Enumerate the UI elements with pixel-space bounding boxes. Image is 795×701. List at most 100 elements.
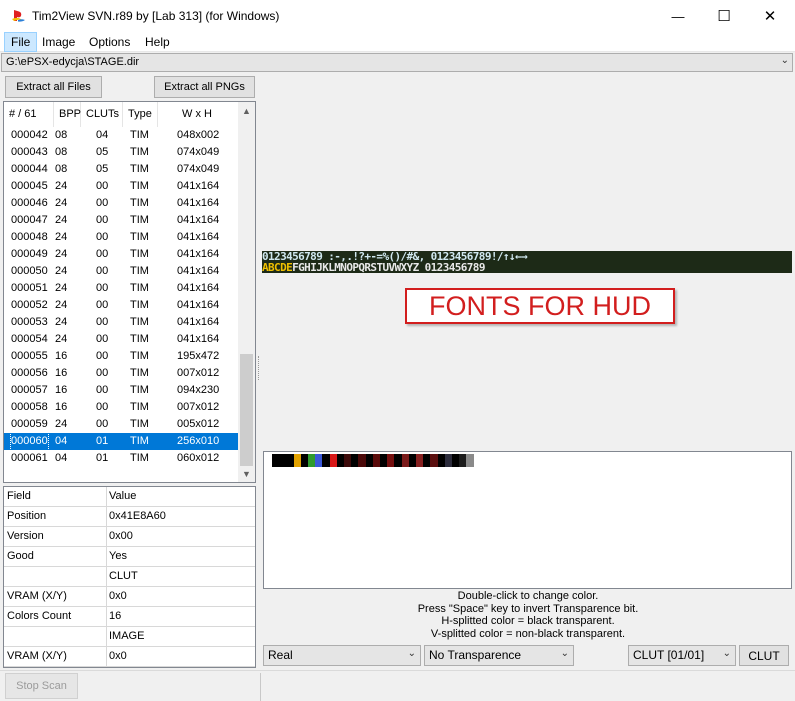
file-row[interactable]: 000046 24 00 TIM 041x164 bbox=[4, 195, 239, 212]
file-size: 041x164 bbox=[177, 248, 220, 260]
menu-file[interactable]: File bbox=[4, 32, 38, 52]
font-texture-image: 0123456789 :-,.!?+-=%()/#&, 0123456789!/… bbox=[262, 251, 792, 273]
file-cluts: 01 bbox=[96, 452, 109, 464]
file-bpp: 24 bbox=[55, 333, 68, 345]
file-bpp: 24 bbox=[55, 418, 68, 430]
property-field: Good bbox=[7, 550, 34, 562]
property-value: IMAGE bbox=[109, 630, 145, 642]
file-size: 041x164 bbox=[177, 316, 220, 328]
file-row[interactable]: 000045 24 00 TIM 041x164 bbox=[4, 178, 239, 195]
file-row[interactable]: 000048 24 00 TIM 041x164 bbox=[4, 229, 239, 246]
file-size: 041x164 bbox=[177, 231, 220, 243]
palette-swatch[interactable] bbox=[466, 454, 475, 467]
file-row[interactable]: 000058 16 00 TIM 007x012 bbox=[4, 399, 239, 416]
minimize-button[interactable]: — bbox=[655, 0, 701, 32]
file-row[interactable]: 000061 04 01 TIM 060x012 bbox=[4, 450, 239, 467]
title-bar: Tim2View SVN.r89 by [Lab 313] (for Windo… bbox=[0, 0, 795, 32]
help-line-1: Double-click to change color. bbox=[457, 590, 599, 602]
file-row[interactable]: 000060 04 01 TIM 256x010 bbox=[4, 432, 239, 451]
file-list[interactable]: # / 61 BPP CLUTs Type W x H 000042 08 04 TI… bbox=[3, 101, 256, 483]
close-button[interactable]: ✕ bbox=[747, 0, 793, 32]
scroll-down-icon[interactable]: ▼ bbox=[238, 465, 255, 482]
file-id: 000060 bbox=[10, 432, 49, 451]
splitter-grip-icon bbox=[258, 356, 260, 380]
file-type: TIM bbox=[130, 452, 149, 464]
file-row[interactable]: 000047 24 00 TIM 041x164 bbox=[4, 212, 239, 229]
property-row[interactable]: Good Yes bbox=[4, 547, 255, 567]
minimize-icon: — bbox=[671, 8, 685, 24]
transparence-select[interactable]: No Transparence ⌄ bbox=[424, 645, 574, 666]
menu-help[interactable]: Help bbox=[139, 32, 176, 52]
property-row[interactable]: Position 0x41E8A60 bbox=[4, 507, 255, 527]
file-row[interactable]: 000050 24 00 TIM 041x164 bbox=[4, 263, 239, 280]
clut-select[interactable]: CLUT [01/01] ⌄ bbox=[628, 645, 736, 666]
file-id: 000042 bbox=[11, 129, 48, 141]
file-id: 000057 bbox=[11, 384, 48, 396]
window-title: Tim2View SVN.r89 by [Lab 313] (for Windo… bbox=[32, 9, 280, 23]
file-row[interactable]: 000053 24 00 TIM 041x164 bbox=[4, 314, 239, 331]
extract-all-files-button[interactable]: Extract all Files bbox=[5, 76, 102, 98]
clut-palette[interactable] bbox=[263, 451, 792, 589]
file-cluts: 00 bbox=[96, 248, 109, 260]
chevron-down-icon: ⌄ bbox=[407, 648, 416, 659]
property-row[interactable]: VRAM (X/Y) 0x0 bbox=[4, 587, 255, 607]
menu-image[interactable]: Image bbox=[36, 32, 81, 52]
property-grid[interactable]: Field Value Position 0x41E8A60 Version 0x00… bbox=[3, 486, 256, 668]
file-row[interactable]: 000042 08 04 TIM 048x002 bbox=[4, 127, 239, 144]
file-bpp: 16 bbox=[55, 401, 68, 413]
scroll-up-icon[interactable]: ▲ bbox=[238, 102, 255, 119]
property-row[interactable]: VRAM (X/Y) 0x0 bbox=[4, 647, 255, 667]
menu-options[interactable]: Options bbox=[83, 32, 136, 52]
property-field: VRAM (X/Y) bbox=[7, 650, 67, 662]
column-header-type[interactable]: Type bbox=[123, 102, 158, 127]
file-bpp: 24 bbox=[55, 180, 68, 192]
file-id: 000052 bbox=[11, 299, 48, 311]
clut-button[interactable]: CLUT bbox=[739, 645, 789, 666]
property-row[interactable]: CLUT bbox=[4, 567, 255, 587]
column-header-cluts[interactable]: CLUTs bbox=[81, 102, 123, 127]
file-bpp: 24 bbox=[55, 214, 68, 226]
scrollbar-thumb[interactable] bbox=[240, 354, 253, 466]
file-cluts: 05 bbox=[96, 146, 109, 158]
file-type: TIM bbox=[130, 384, 149, 396]
stop-scan-button[interactable]: Stop Scan bbox=[5, 673, 78, 699]
file-row[interactable]: 000054 24 00 TIM 041x164 bbox=[4, 331, 239, 348]
file-row[interactable]: 000056 16 00 TIM 007x012 bbox=[4, 365, 239, 382]
file-row[interactable]: 000055 16 00 TIM 195x472 bbox=[4, 348, 239, 365]
property-header-field: Field bbox=[7, 490, 31, 502]
file-id: 000046 bbox=[11, 197, 48, 209]
file-row[interactable]: 000044 08 05 TIM 074x049 bbox=[4, 161, 239, 178]
file-list-scrollbar[interactable]: ▲ ▼ bbox=[238, 102, 255, 482]
file-row[interactable]: 000059 24 00 TIM 005x012 bbox=[4, 416, 239, 433]
status-bar: Stop Scan bbox=[0, 670, 795, 701]
property-row[interactable]: Version 0x00 bbox=[4, 527, 255, 547]
file-row[interactable]: 000052 24 00 TIM 041x164 bbox=[4, 297, 239, 314]
maximize-button[interactable]: ☐ bbox=[701, 0, 747, 32]
image-preview[interactable]: 0123456789 :-,.!?+-=%()/#&, 0123456789!/… bbox=[262, 76, 794, 447]
extract-all-pngs-button[interactable]: Extract all PNGs bbox=[154, 76, 255, 98]
font-texture-alphabet: FGHIJKLMNOPQRSTUVWXYZ bbox=[292, 261, 419, 273]
property-row[interactable]: IMAGE bbox=[4, 627, 255, 647]
file-row[interactable]: 000049 24 00 TIM 041x164 bbox=[4, 246, 239, 263]
file-cluts: 00 bbox=[96, 350, 109, 362]
file-size: 005x012 bbox=[177, 418, 220, 430]
file-id: 000051 bbox=[11, 282, 48, 294]
file-type: TIM bbox=[130, 129, 149, 141]
render-mode-select[interactable]: Real ⌄ bbox=[263, 645, 421, 666]
column-header-wxh[interactable]: W x H bbox=[158, 102, 239, 127]
column-header-index[interactable]: # / 61 bbox=[4, 102, 54, 127]
render-mode-value: Real bbox=[268, 648, 293, 662]
file-row[interactable]: 000057 16 00 TIM 094x230 bbox=[4, 382, 239, 399]
file-size: 041x164 bbox=[177, 265, 220, 277]
column-header-bpp[interactable]: BPP bbox=[54, 102, 81, 127]
file-id: 000053 bbox=[11, 316, 48, 328]
property-row[interactable]: Colors Count 16 bbox=[4, 607, 255, 627]
file-id: 000056 bbox=[11, 367, 48, 379]
file-size: 074x049 bbox=[177, 163, 220, 175]
file-row[interactable]: 000043 08 05 TIM 074x049 bbox=[4, 144, 239, 161]
path-dropdown[interactable]: G:\ePSX-edycja\STAGE.dir ⌄ bbox=[1, 53, 793, 72]
file-row[interactable]: 000051 24 00 TIM 041x164 bbox=[4, 280, 239, 297]
file-type: TIM bbox=[130, 231, 149, 243]
file-type: TIM bbox=[130, 248, 149, 260]
file-type: TIM bbox=[130, 333, 149, 345]
